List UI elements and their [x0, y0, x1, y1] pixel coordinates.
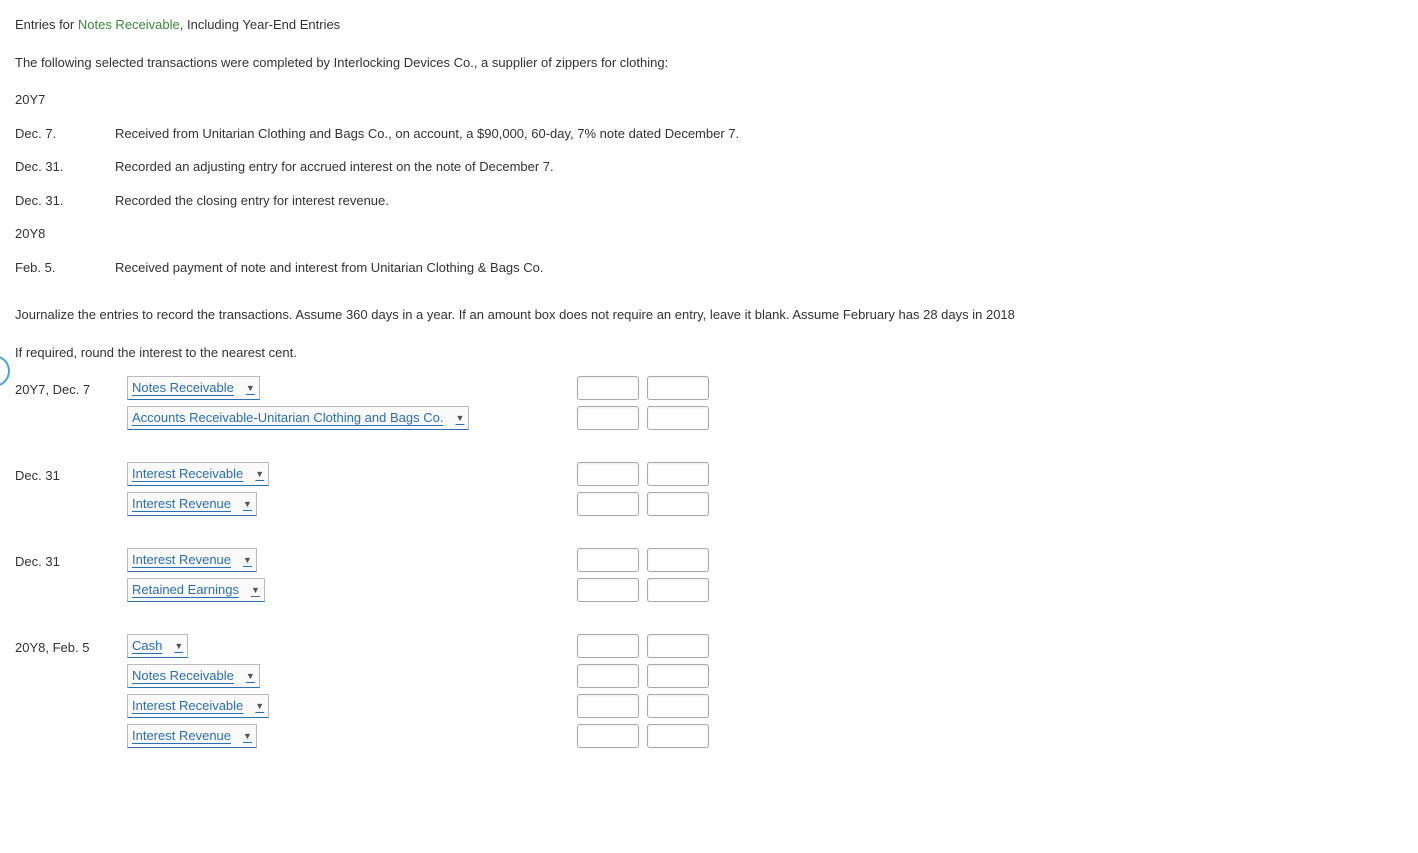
debit-input[interactable]	[577, 376, 639, 400]
title-link[interactable]: Notes Receivable	[78, 17, 180, 32]
credit-input[interactable]	[647, 694, 709, 718]
account-select[interactable]: Retained Earnings ▼	[127, 578, 265, 602]
journal-row: 20Y7, Dec. 7 Notes Receivable ▼	[15, 376, 1403, 400]
debit-input[interactable]	[577, 492, 639, 516]
journal-date: Dec. 31	[15, 462, 127, 486]
transaction-row: Dec. 31. Recorded an adjusting entry for…	[15, 157, 1403, 177]
debit-input[interactable]	[577, 694, 639, 718]
debit-input[interactable]	[577, 724, 639, 748]
account-select-value: Interest Revenue	[132, 727, 231, 745]
chevron-down-icon: ▼	[251, 581, 260, 599]
account-select[interactable]: Interest Revenue ▼	[127, 492, 257, 516]
credit-input[interactable]	[647, 548, 709, 572]
account-select-value: Notes Receivable	[132, 379, 234, 397]
transaction-date: Dec. 31.	[15, 191, 115, 211]
transaction-desc: Recorded the closing entry for interest …	[115, 191, 1403, 211]
account-select[interactable]: Interest Receivable ▼	[127, 462, 269, 486]
journal-date: 20Y7, Dec. 7	[15, 376, 127, 400]
debit-input[interactable]	[577, 406, 639, 430]
credit-input[interactable]	[647, 634, 709, 658]
title-suffix: , Including Year-End Entries	[180, 17, 340, 32]
debit-input[interactable]	[577, 664, 639, 688]
title-prefix: Entries for	[15, 17, 78, 32]
chevron-down-icon: ▼	[243, 495, 252, 513]
chevron-down-icon: ▼	[174, 637, 183, 655]
account-select-value: Interest Receivable	[132, 465, 243, 483]
journal-date: 20Y8, Feb. 5	[15, 634, 127, 658]
chevron-down-icon: ▼	[243, 551, 252, 569]
chevron-down-icon: ▼	[255, 697, 264, 715]
journal-row: Interest Revenue ▼	[15, 724, 1403, 748]
year-20y7: 20Y7	[15, 90, 1403, 110]
step-indicator	[0, 355, 10, 387]
instructions-text: Journalize the entries to record the tra…	[15, 305, 1403, 325]
credit-input[interactable]	[647, 724, 709, 748]
chevron-down-icon: ▼	[255, 465, 264, 483]
account-select[interactable]: Cash ▼	[127, 634, 188, 658]
account-select-value: Interest Revenue	[132, 495, 231, 513]
account-select-value: Cash	[132, 637, 162, 655]
page-title: Entries for Notes Receivable, Including …	[15, 15, 1403, 35]
transaction-desc: Received payment of note and interest fr…	[115, 258, 1403, 278]
journal-row: Accounts Receivable-Unitarian Clothing a…	[15, 406, 1403, 430]
account-select-value: Interest Receivable	[132, 697, 243, 715]
account-select[interactable]: Notes Receivable ▼	[127, 664, 260, 688]
credit-input[interactable]	[647, 462, 709, 486]
transaction-date: Dec. 7.	[15, 124, 115, 144]
account-select-value: Retained Earnings	[132, 581, 239, 599]
debit-input[interactable]	[577, 634, 639, 658]
transaction-date: Dec. 31.	[15, 157, 115, 177]
journal-date: Dec. 31	[15, 548, 127, 572]
account-select-value: Accounts Receivable-Unitarian Clothing a…	[132, 409, 443, 427]
credit-input[interactable]	[647, 492, 709, 516]
chevron-down-icon: ▼	[246, 379, 255, 397]
journal-row: Notes Receivable ▼	[15, 664, 1403, 688]
account-select[interactable]: Interest Revenue ▼	[127, 548, 257, 572]
transaction-row: Dec. 31. Recorded the closing entry for …	[15, 191, 1403, 211]
chevron-down-icon: ▼	[455, 409, 464, 427]
journal-row: Dec. 31 Interest Revenue ▼	[15, 548, 1403, 572]
account-select[interactable]: Interest Receivable ▼	[127, 694, 269, 718]
account-select[interactable]: Notes Receivable ▼	[127, 376, 260, 400]
journal-row: Interest Revenue ▼	[15, 492, 1403, 516]
debit-input[interactable]	[577, 548, 639, 572]
credit-input[interactable]	[647, 406, 709, 430]
journal-row: 20Y8, Feb. 5 Cash ▼	[15, 634, 1403, 658]
credit-input[interactable]	[647, 664, 709, 688]
account-select-value: Interest Revenue	[132, 551, 231, 569]
transaction-desc: Recorded an adjusting entry for accrued …	[115, 157, 1403, 177]
year-20y8: 20Y8	[15, 224, 1403, 244]
account-select[interactable]: Interest Revenue ▼	[127, 724, 257, 748]
chevron-down-icon: ▼	[243, 727, 252, 745]
credit-input[interactable]	[647, 578, 709, 602]
journal-row: Retained Earnings ▼	[15, 578, 1403, 602]
transaction-date: Feb. 5.	[15, 258, 115, 278]
transaction-row: Feb. 5. Received payment of note and int…	[15, 258, 1403, 278]
journal-row: Interest Receivable ▼	[15, 694, 1403, 718]
credit-input[interactable]	[647, 376, 709, 400]
account-select[interactable]: Accounts Receivable-Unitarian Clothing a…	[127, 406, 469, 430]
journal-row: Dec. 31 Interest Receivable ▼	[15, 462, 1403, 486]
transaction-desc: Received from Unitarian Clothing and Bag…	[115, 124, 1403, 144]
debit-input[interactable]	[577, 578, 639, 602]
account-select-value: Notes Receivable	[132, 667, 234, 685]
intro-text: The following selected transactions were…	[15, 53, 1403, 73]
debit-input[interactable]	[577, 462, 639, 486]
chevron-down-icon: ▼	[246, 667, 255, 685]
rounding-note: If required, round the interest to the n…	[15, 343, 1403, 363]
transaction-row: Dec. 7. Received from Unitarian Clothing…	[15, 124, 1403, 144]
